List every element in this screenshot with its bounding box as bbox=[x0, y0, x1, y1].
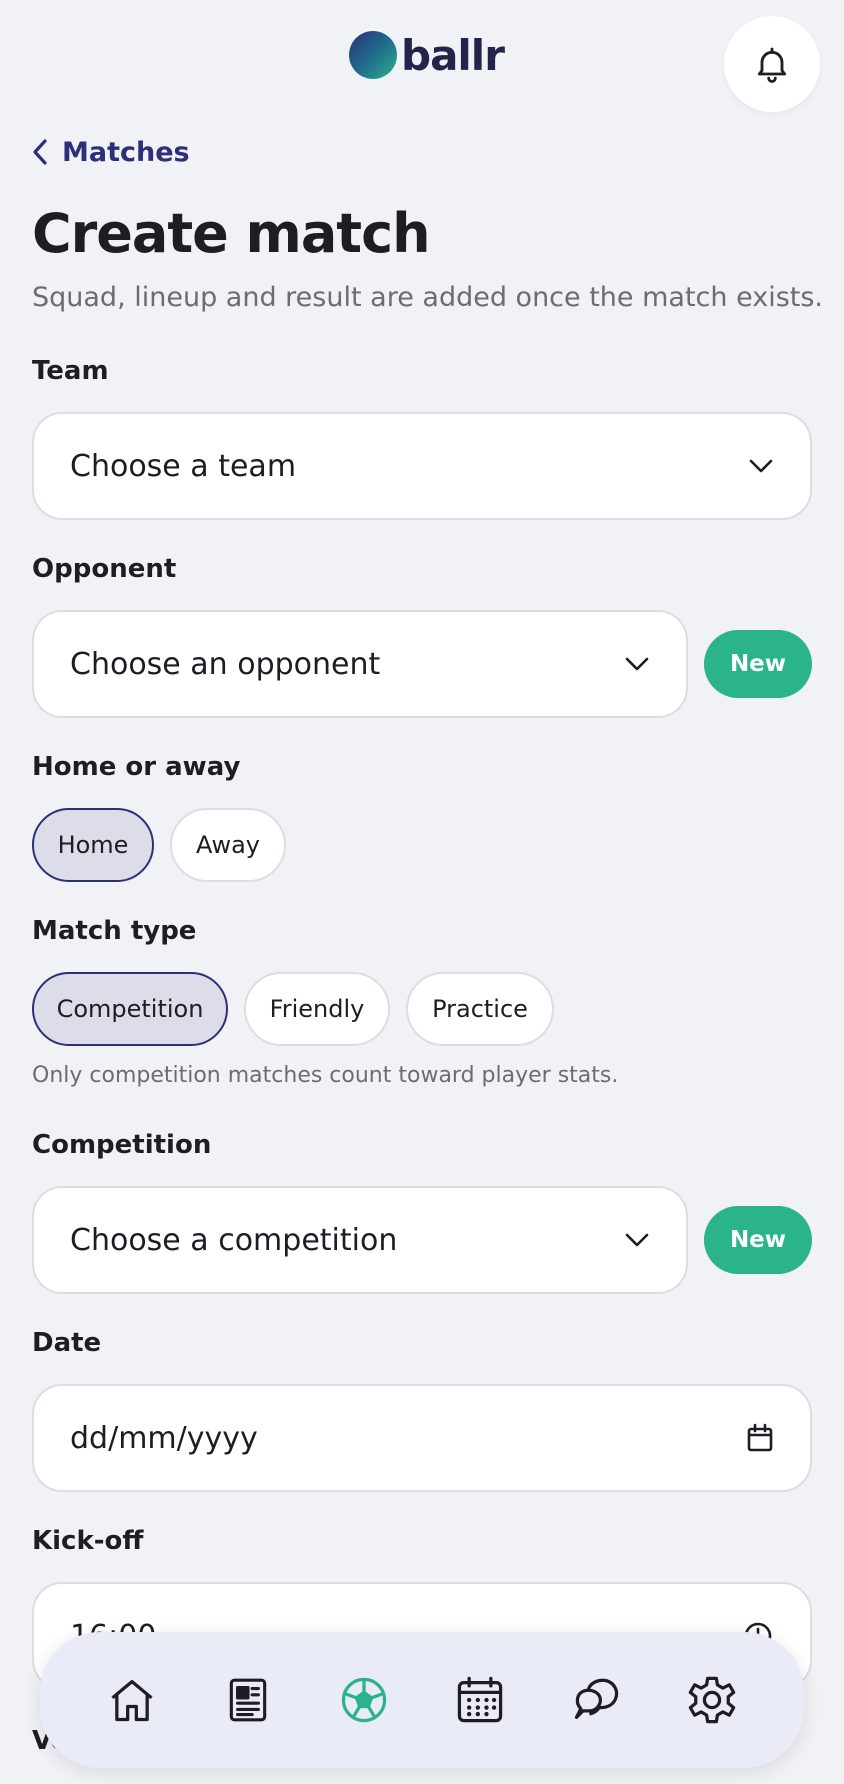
chat-icon bbox=[574, 1678, 619, 1719]
chevron-down-icon bbox=[625, 657, 649, 671]
app-header: ballr bbox=[0, 0, 844, 120]
opponent-select[interactable]: Choose an opponent bbox=[32, 610, 688, 718]
back-link-label: Matches bbox=[62, 136, 190, 168]
back-to-matches-link[interactable]: Matches bbox=[32, 132, 190, 172]
calendar-picker-icon[interactable] bbox=[746, 1423, 774, 1453]
opponent-select-placeholder: Choose an opponent bbox=[70, 646, 381, 682]
nav-matches[interactable] bbox=[324, 1660, 404, 1740]
calendar-icon bbox=[457, 1676, 503, 1723]
page-subtitle: Squad, lineup and result are added once … bbox=[32, 282, 824, 313]
chevron-down-icon bbox=[625, 1233, 649, 1247]
chevron-left-icon bbox=[33, 139, 47, 165]
team-label: Team bbox=[32, 356, 109, 386]
settings-icon bbox=[688, 1676, 736, 1724]
away-chip[interactable]: Away bbox=[170, 808, 286, 882]
new-opponent-button[interactable]: New bbox=[704, 630, 812, 698]
news-icon bbox=[229, 1678, 267, 1722]
practice-chip[interactable]: Practice bbox=[406, 972, 554, 1046]
nav-news[interactable] bbox=[208, 1660, 288, 1740]
team-select[interactable]: Choose a team bbox=[32, 412, 812, 520]
friendly-chip[interactable]: Friendly bbox=[244, 972, 390, 1046]
competition-select[interactable]: Choose a competition bbox=[32, 1186, 688, 1294]
kickoff-label: Kick-off bbox=[32, 1526, 144, 1556]
competition-select-placeholder: Choose a competition bbox=[70, 1222, 398, 1258]
chevron-down-icon bbox=[749, 459, 773, 473]
date-input-placeholder: dd/mm/yyyy bbox=[70, 1420, 258, 1456]
bell-icon bbox=[757, 47, 787, 83]
new-competition-button[interactable]: New bbox=[704, 1206, 812, 1274]
team-select-placeholder: Choose a team bbox=[70, 448, 297, 484]
ball-icon bbox=[341, 1677, 387, 1723]
page-title: Create match bbox=[32, 202, 431, 265]
home-icon bbox=[111, 1679, 153, 1722]
date-label: Date bbox=[32, 1328, 102, 1358]
nav-chat[interactable] bbox=[556, 1660, 636, 1740]
match-type-hint: Only competition matches count toward pl… bbox=[32, 1063, 619, 1088]
notifications-button[interactable] bbox=[724, 16, 820, 112]
competition-chip[interactable]: Competition bbox=[32, 972, 228, 1046]
opponent-label: Opponent bbox=[32, 554, 177, 584]
nav-home[interactable] bbox=[92, 1660, 172, 1740]
logo-text: ballr bbox=[401, 30, 505, 80]
competition-label: Competition bbox=[32, 1130, 212, 1160]
home-chip[interactable]: Home bbox=[32, 808, 154, 882]
ballr-logo[interactable]: ballr bbox=[349, 30, 505, 80]
logo-mark bbox=[349, 31, 397, 79]
home-away-label: Home or away bbox=[32, 752, 241, 782]
date-input[interactable]: dd/mm/yyyy bbox=[32, 1384, 812, 1492]
match-type-label: Match type bbox=[32, 916, 197, 946]
bottom-navigation bbox=[40, 1632, 804, 1768]
nav-settings[interactable] bbox=[672, 1660, 752, 1740]
nav-calendar[interactable] bbox=[440, 1660, 520, 1740]
